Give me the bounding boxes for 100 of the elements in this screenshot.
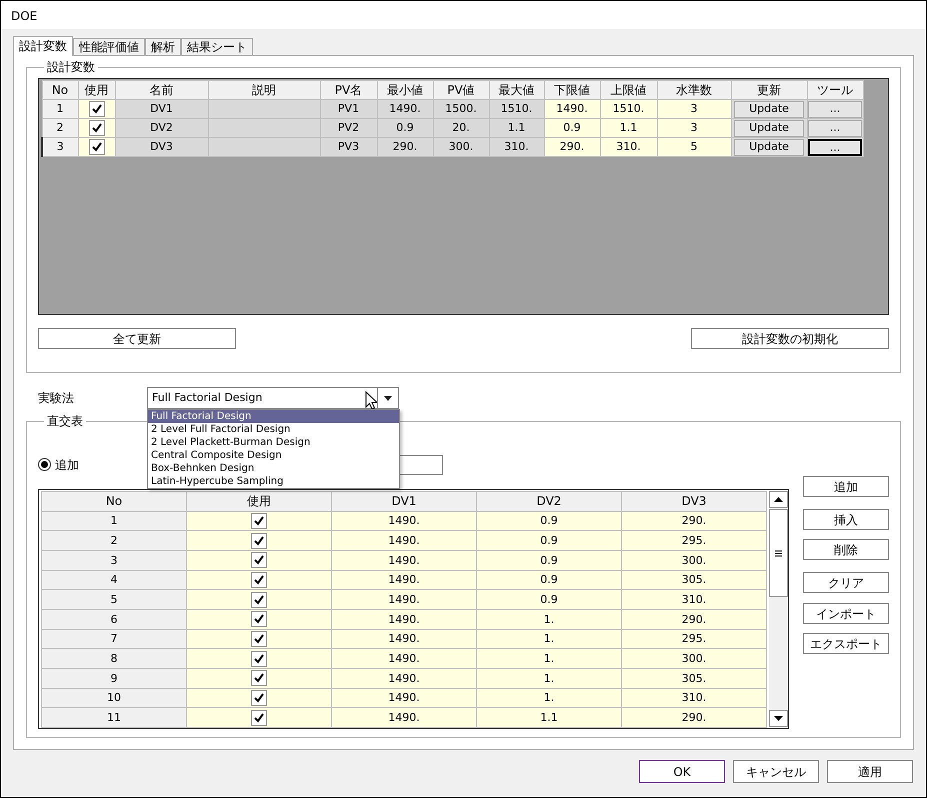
table-cell: 1. [476, 688, 622, 708]
table-cell: 1490. [332, 550, 476, 570]
row-number: 1 [42, 511, 186, 531]
column-header: 使用 [78, 80, 115, 100]
scrollbar[interactable] [769, 491, 788, 727]
table-cell: 1510. [489, 100, 544, 118]
row-number: 3 [42, 138, 78, 156]
table-cell: 290. [622, 708, 766, 728]
row-number: 7 [42, 629, 186, 649]
table-cell: 300. [622, 648, 766, 668]
tab[interactable]: 解析 [145, 38, 181, 55]
row-number: 5 [42, 590, 186, 610]
dropdown-option[interactable]: Central Composite Design [148, 449, 399, 462]
table-cell: PV3 [320, 138, 377, 156]
column-header: PV名 [320, 80, 377, 100]
table-cell: 310. [600, 138, 657, 156]
side-button[interactable]: 追加 [803, 476, 889, 497]
table-cell: PV2 [320, 118, 377, 138]
scroll-up-button[interactable] [769, 491, 788, 508]
dropdown-option[interactable]: Box-Behnken Design [148, 462, 399, 475]
table-cell: 1. [476, 629, 622, 649]
update-button[interactable]: Update [734, 100, 804, 118]
table-cell: 1490. [332, 570, 476, 590]
reset-button[interactable]: 設計変数の初期化 [691, 328, 889, 349]
table-cell: 5 [657, 138, 731, 156]
table-cell: 0.9 [377, 118, 433, 138]
scroll-down-button[interactable] [769, 710, 788, 727]
row-number: 4 [42, 570, 186, 590]
scrollbar-thumb[interactable] [769, 509, 788, 597]
table-cell: 1. [476, 648, 622, 668]
checkbox[interactable] [88, 139, 104, 155]
dropdown-option[interactable]: Latin-Hypercube Sampling [148, 475, 399, 488]
update-button[interactable]: Update [734, 138, 804, 156]
column-header: 更新 [731, 80, 807, 100]
table-cell: 3 [657, 118, 731, 138]
update-button[interactable]: Update [734, 120, 804, 136]
table-cell: 310. [622, 590, 766, 610]
checkbox[interactable] [251, 532, 267, 549]
column-header: 水準数 [657, 80, 731, 100]
update-all-button[interactable]: 全て更新 [38, 328, 236, 349]
up-arrow-icon [774, 497, 783, 502]
row-number: 2 [42, 530, 186, 550]
row-number: 8 [42, 648, 186, 668]
table-cell: 0.9 [476, 550, 622, 570]
table-cell: 290. [377, 138, 433, 156]
group-title: 設計変数 [46, 60, 96, 74]
checkbox[interactable] [251, 690, 267, 706]
table-cell: 0.9 [544, 118, 600, 138]
checkbox[interactable] [88, 101, 104, 117]
table-cell: 0.9 [476, 511, 622, 531]
table-cell: 1.1 [600, 118, 657, 138]
checkbox[interactable] [251, 512, 267, 529]
checkbox[interactable] [251, 611, 267, 628]
checkbox[interactable] [251, 650, 267, 667]
row-number: 3 [42, 550, 186, 570]
row-number: 9 [42, 668, 186, 688]
tab[interactable]: 設計変数 [13, 36, 73, 56]
side-button[interactable]: エクスポート [803, 633, 889, 654]
table-cell: 0.9 [476, 530, 622, 550]
side-button[interactable]: 挿入 [803, 509, 889, 530]
dropdown-option[interactable]: 2 Level Full Factorial Design [148, 423, 399, 436]
checkbox[interactable] [251, 572, 267, 588]
column-header: 説明 [208, 80, 320, 100]
method-label: 実験法 [38, 390, 75, 406]
row-number: 6 [42, 609, 186, 630]
table-cell: 1490. [332, 648, 476, 668]
tool-button[interactable]: ... [808, 100, 862, 118]
group-title: 直交表 [46, 414, 84, 428]
tab[interactable]: 結果シート [181, 38, 253, 55]
table-cell: 295. [622, 530, 766, 550]
dialog-button[interactable]: OK [639, 760, 725, 783]
window-title: DOE [11, 9, 38, 24]
table-cell: 1490. [332, 511, 476, 531]
column-header: PV値 [433, 80, 489, 100]
checkbox[interactable] [251, 552, 267, 568]
checkbox[interactable] [251, 592, 267, 608]
table-cell: 1490. [332, 609, 476, 630]
side-button[interactable]: クリア [803, 572, 889, 593]
side-button[interactable]: インポート [803, 603, 889, 624]
table-cell: 1490. [332, 530, 476, 550]
table-cell: 1510. [600, 100, 657, 118]
dropdown-option[interactable]: 2 Level Plackett-Burman Design [148, 436, 399, 449]
table-cell: 305. [622, 570, 766, 590]
checkbox[interactable] [88, 120, 104, 136]
table-cell: 0.9 [476, 590, 622, 610]
dialog-button[interactable]: 適用 [827, 760, 913, 783]
radio-option[interactable]: 追加 [38, 458, 79, 472]
column-header: No [42, 80, 78, 100]
side-button[interactable]: 削除 [803, 539, 889, 560]
tool-button[interactable]: ... [808, 138, 862, 156]
dialog-button[interactable]: キャンセル [733, 760, 819, 783]
tab[interactable]: 性能評価値 [73, 38, 145, 55]
checkbox[interactable] [251, 670, 267, 686]
dropdown-option[interactable]: Full Factorial Design [148, 410, 399, 423]
checkbox[interactable] [251, 630, 267, 647]
table-cell: 0.9 [476, 570, 622, 590]
column-header: DV1 [332, 492, 476, 512]
tool-button[interactable]: ... [808, 120, 862, 136]
table-cell: DV3 [115, 138, 208, 156]
checkbox[interactable] [251, 710, 267, 726]
